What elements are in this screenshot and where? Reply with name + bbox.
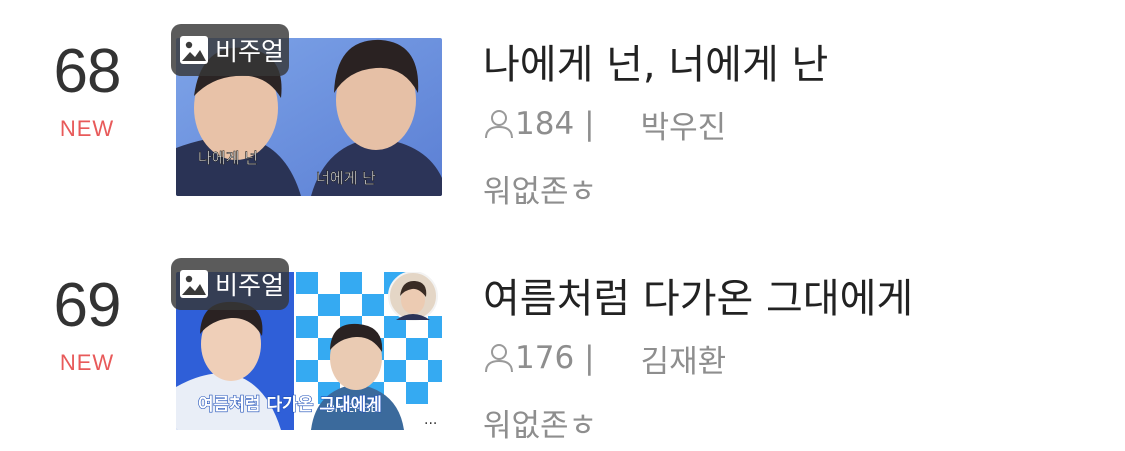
view-count: 176 xyxy=(515,340,575,376)
item-meta: 176 | 김재환 xyxy=(483,336,726,380)
visual-badge: 비주얼 xyxy=(171,258,289,310)
badge-label: 비주얼 xyxy=(215,37,285,66)
item-title[interactable]: 나에게 넌, 너에게 난 xyxy=(483,32,828,90)
badge-label: 비주얼 xyxy=(215,271,285,300)
rank-number: 69 xyxy=(53,271,122,340)
ranking-item[interactable]: 69 NEW DIVERSE 여름처럼 다가온 그대에게 ... 비주얼 여름처… xyxy=(0,234,1125,444)
item-tag: 워없존ㅎ xyxy=(483,408,598,444)
rank-number: 68 xyxy=(53,37,122,106)
author-name[interactable]: 김재환 xyxy=(641,336,727,381)
author-name[interactable]: 박우진 xyxy=(641,102,727,147)
thumb-more: ... xyxy=(424,412,437,428)
thumb-text-left: 나에게 넌 xyxy=(198,149,258,167)
new-badge: NEW xyxy=(59,116,115,141)
ranking-item[interactable]: 68 NEW 나에게 넌 너에게 난 비주얼 나에게 넌, 너에게 난 184 … xyxy=(0,0,1125,210)
image-icon xyxy=(180,36,208,64)
item-tag: 워없존ㅎ xyxy=(483,174,598,210)
person-icon xyxy=(485,344,513,373)
item-meta: 184 | 박우진 xyxy=(483,102,726,146)
thumb-caption: 여름처럼 다가온 그대에게 xyxy=(198,395,382,415)
new-badge: NEW xyxy=(59,350,115,375)
person-icon xyxy=(485,110,513,139)
separator: | xyxy=(584,106,595,142)
view-count: 184 xyxy=(515,106,575,142)
thumb-text-right: 너에게 난 xyxy=(316,169,376,187)
visual-badge: 비주얼 xyxy=(171,24,289,76)
item-title[interactable]: 여름처럼 다가온 그대에게 xyxy=(483,266,913,324)
separator: | xyxy=(584,340,595,376)
image-icon xyxy=(180,270,208,298)
